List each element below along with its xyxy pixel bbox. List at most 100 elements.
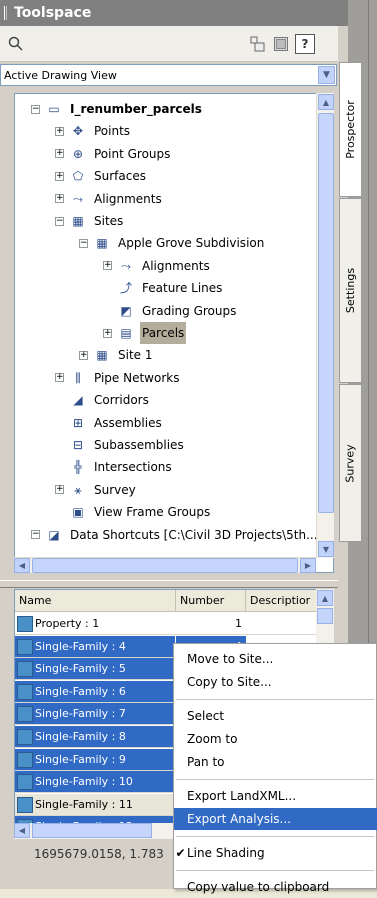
parcel-icon (17, 706, 33, 723)
menu-item[interactable]: Zoom to (174, 728, 377, 750)
scroll-thumb[interactable] (318, 113, 334, 513)
tree-node[interactable]: + ⚹ Survey (55, 479, 138, 501)
menu-separator (176, 836, 374, 837)
tree-vertical-scrollbar[interactable]: ▲ ▼ (316, 93, 334, 558)
expand-icon[interactable]: + (103, 328, 112, 338)
list-view-icon[interactable] (271, 34, 291, 54)
palette-title-bar[interactable]: Toolspace (0, 0, 348, 26)
tree-node[interactable]: + ⬠ Surfaces (55, 165, 148, 187)
expand-icon[interactable]: + (103, 261, 112, 271)
magnifier-icon[interactable] (6, 34, 26, 54)
parcel-icon (17, 796, 33, 813)
tree-horizontal-scrollbar[interactable]: ◀ ▶ (14, 557, 316, 573)
menu-item-label: Zoom to (187, 732, 238, 746)
tree-node[interactable]: ╬ Intersections (55, 456, 174, 478)
tree-node[interactable]: + ▦ Site 1 (79, 344, 155, 366)
tree-node[interactable]: ⊟ Subassemblies (55, 434, 186, 456)
scroll-thumb[interactable] (32, 558, 298, 573)
column-header-number[interactable]: Number (176, 590, 246, 612)
scroll-thumb[interactable] (32, 823, 152, 838)
tree-node-label: I_renumber_parcels (70, 102, 202, 116)
menu-item[interactable]: Select (174, 705, 377, 727)
site-icon: ▦ (96, 348, 108, 363)
panel-splitter[interactable] (0, 580, 338, 588)
tree-node[interactable]: − ▦ Sites (55, 210, 125, 232)
tree-node[interactable]: ⤴ Feature Lines (103, 277, 224, 299)
sites-icon: ▦ (72, 214, 84, 228)
menu-item[interactable]: Move to Site... (174, 648, 377, 670)
help-button[interactable]: ? (295, 34, 315, 54)
tree-node[interactable]: ◩ Grading Groups (103, 300, 238, 322)
menu-item[interactable]: Copy value to clipboard (174, 876, 377, 898)
tree-node-label: Site 1 (118, 348, 153, 363)
tab-settings[interactable]: Settings (339, 198, 362, 383)
title-grip-icon[interactable] (4, 6, 7, 20)
tree-node-label: Surfaces (94, 169, 146, 184)
expand-icon[interactable]: + (55, 126, 64, 136)
column-header-description[interactable]: Descriptior (246, 590, 317, 612)
tree-node[interactable]: + ⤳ Alignments (103, 255, 212, 277)
parcel-icon (17, 638, 33, 655)
parcel-icon (17, 616, 33, 632)
tree-node[interactable]: + ▤ Parcels (103, 322, 187, 344)
tree-node[interactable]: ▣ View Frame Groups (55, 501, 212, 523)
tree-node[interactable]: + ✥ Points (55, 120, 132, 142)
tree-node[interactable]: − ◪ Data Shortcuts [C:\Civil 3D Projects\5… (31, 524, 320, 546)
row-name: Single-Family : 9 (35, 752, 126, 766)
scroll-right-icon[interactable]: ▶ (300, 558, 316, 573)
view-select[interactable]: Active Drawing View ▼ (0, 64, 337, 86)
column-header-name[interactable]: Name (15, 590, 176, 612)
tree-node-label: Grading Groups (142, 303, 237, 318)
tree-node[interactable]: + ⊕ Point Groups (55, 143, 172, 165)
scroll-up-icon[interactable]: ▲ (317, 590, 333, 606)
tree-node[interactable]: − ▭ I_renumber_parcels (31, 98, 204, 120)
collapse-icon[interactable]: − (31, 530, 40, 540)
collapse-icon[interactable]: − (55, 216, 64, 226)
menu-item-label: Line Shading (187, 846, 265, 860)
menu-item[interactable]: Copy to Site... (174, 671, 377, 693)
item-view-icon[interactable] (248, 34, 268, 54)
tree-node-label: Corridors (94, 393, 149, 408)
scroll-left-icon[interactable]: ◀ (14, 558, 30, 573)
scroll-up-icon[interactable]: ▲ (318, 94, 334, 110)
menu-item[interactable]: ✔ Line Shading (174, 842, 377, 864)
tree-node[interactable]: + ⫼ Pipe Networks (55, 367, 181, 389)
collapse-icon[interactable]: − (79, 238, 88, 248)
expand-icon[interactable]: + (55, 171, 64, 181)
chevron-down-icon[interactable]: ▼ (318, 66, 335, 84)
row-name: Single-Family : 8 (35, 730, 126, 743)
expand-icon[interactable]: + (55, 194, 64, 204)
collapse-icon[interactable]: − (31, 104, 40, 114)
table-row[interactable]: Property : 1 1 (15, 613, 317, 635)
scroll-thumb[interactable] (317, 608, 333, 624)
tab-survey[interactable]: Survey (339, 384, 362, 542)
tree-node-label: Survey (94, 482, 136, 497)
row-name-cell: Single-Family : 11 (15, 793, 175, 816)
parcel-icon (17, 683, 33, 700)
tree-node-label: Subassemblies (94, 438, 184, 452)
tree-node[interactable]: + ⤳ Alignments (55, 188, 164, 210)
scroll-left-icon[interactable]: ◀ (14, 823, 30, 838)
tab-prospector[interactable]: Prospector (339, 62, 362, 197)
palette-title: Toolspace (14, 5, 92, 21)
scroll-down-icon[interactable]: ▼ (318, 541, 334, 557)
tree-node[interactable]: − ▦ Apple Grove Subdivision (79, 232, 266, 254)
alignments-icon: ⤳ (121, 258, 131, 273)
list-horizontal-scrollbar[interactable]: ◀ (14, 823, 174, 839)
menu-item[interactable]: Export Analysis... (174, 808, 377, 830)
survey-icon: ⚹ (74, 482, 82, 497)
expand-icon[interactable]: + (55, 149, 64, 159)
expand-icon[interactable]: + (55, 373, 64, 383)
menu-item[interactable]: Export LandXML... (174, 785, 377, 807)
expand-icon[interactable]: + (55, 485, 64, 495)
tree-node[interactable]: ◢ Corridors (55, 389, 151, 411)
tree-node[interactable]: ⊞ Assemblies (55, 412, 164, 434)
drawing-icon: ▭ (48, 102, 60, 116)
expand-icon[interactable]: + (79, 350, 88, 360)
prospector-tree[interactable]: − ▭ I_renumber_parcels + ✥ Points + ⊕ Point Grou… (14, 93, 334, 573)
tab-prospector-label: Prospector (344, 100, 358, 159)
row-name-cell: Single-Family : 10 (15, 771, 175, 794)
menu-item[interactable]: Pan to (174, 751, 377, 773)
tab-settings-label: Settings (344, 267, 357, 314)
pipe-networks-icon: ⫼ (75, 370, 81, 385)
